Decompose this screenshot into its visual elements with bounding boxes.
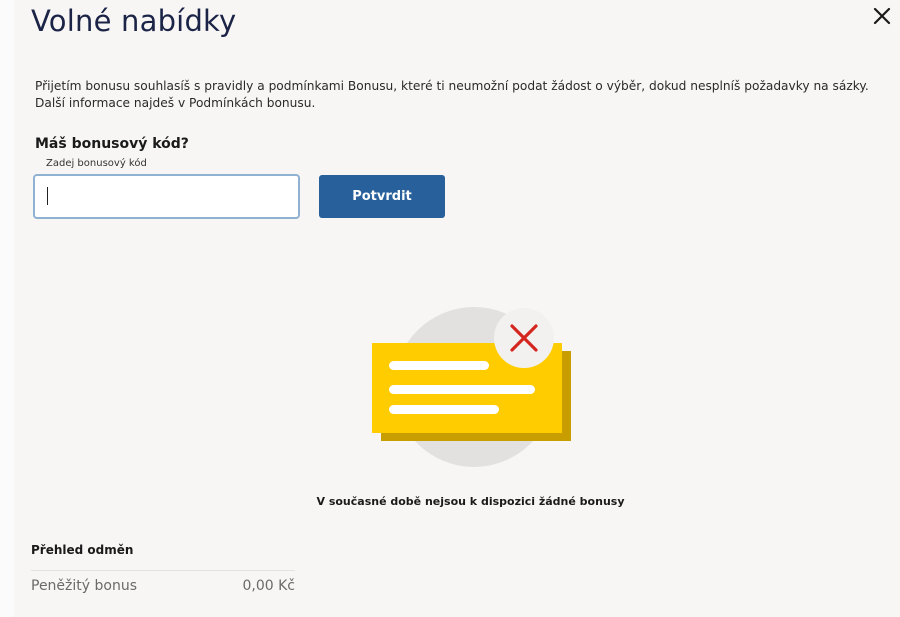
- reward-label: Peněžitý bonus: [31, 578, 137, 594]
- rewards-heading: Přehled odměn: [31, 543, 134, 557]
- text-caret: [47, 187, 48, 205]
- reward-value: 0,00 Kč: [242, 578, 296, 594]
- reward-row: Peněžitý bonus 0,00 Kč: [31, 578, 295, 594]
- bonus-code-label: Zadej bonusový kód: [46, 158, 147, 169]
- card-line-1: [389, 361, 489, 370]
- no-bonus-document-icon: [372, 307, 571, 467]
- card-line-3: [389, 405, 499, 414]
- card-line-2: [389, 385, 535, 394]
- close-icon: [873, 7, 891, 25]
- close-button[interactable]: [872, 6, 892, 26]
- page-title: Volné nabídky: [31, 4, 237, 38]
- terms-link-text: Další informace najdeš v Podmínkách bonu…: [35, 96, 316, 110]
- offers-panel: Volné nabídky Přijetím bonusu souhlasíš …: [0, 0, 900, 617]
- bonus-code-heading: Máš bonusový kód?: [35, 136, 189, 152]
- confirm-button[interactable]: Potvrdit: [319, 175, 445, 218]
- terms-text: Přijetím bonusu souhlasíš s pravidly a p…: [35, 79, 869, 93]
- rewards-divider: [31, 570, 295, 571]
- bonus-code-input[interactable]: [33, 174, 300, 219]
- empty-state-message: V současné době nejsou k dispozici žádné…: [316, 495, 625, 508]
- bonus-terms-info: Přijetím bonusu souhlasíš s pravidly a p…: [35, 78, 900, 112]
